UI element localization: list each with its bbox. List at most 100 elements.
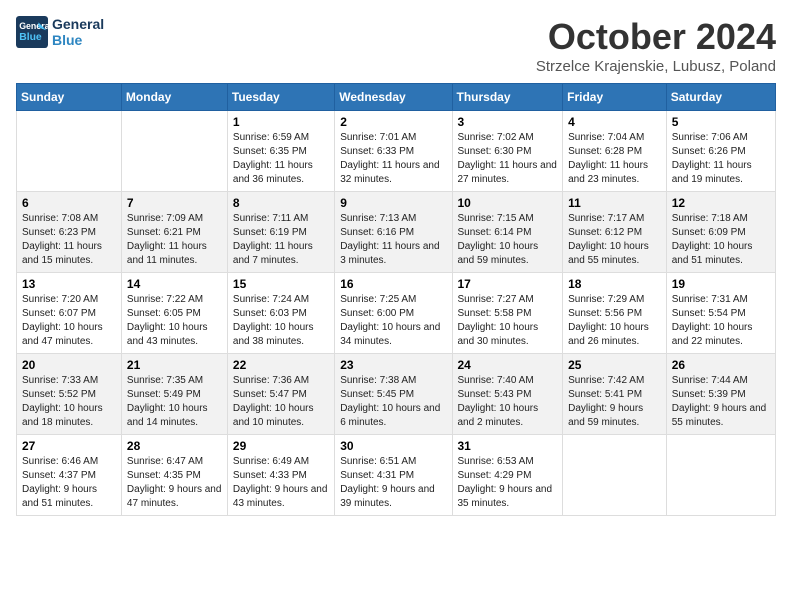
day-info: Sunrise: 7:36 AM Sunset: 5:47 PM Dayligh… (233, 374, 329, 430)
day-info: Sunrise: 7:04 AM Sunset: 6:28 PM Dayligh… (568, 131, 661, 187)
cell-1-4: 2 Sunrise: 7:01 AM Sunset: 6:33 PM Daylig… (335, 111, 452, 192)
location: Strzelce Krajenskie, Lubusz, Poland (536, 58, 776, 75)
day-info: Sunrise: 7:24 AM Sunset: 6:03 PM Dayligh… (233, 293, 329, 349)
week-row-1: 1 Sunrise: 6:59 AM Sunset: 6:35 PM Daylig… (17, 111, 776, 192)
day-info: Sunrise: 6:59 AM Sunset: 6:35 PM Dayligh… (233, 131, 329, 187)
cell-5-7 (666, 435, 775, 516)
week-row-4: 20Sunrise: 7:33 AM Sunset: 5:52 PM Dayli… (17, 354, 776, 435)
cell-1-1 (17, 111, 122, 192)
day-info: Sunrise: 7:02 AM Sunset: 6:30 PM Dayligh… (458, 131, 558, 187)
day-info: Sunrise: 6:53 AM Sunset: 4:29 PM Dayligh… (458, 455, 558, 511)
day-info: Sunrise: 7:44 AM Sunset: 5:39 PM Dayligh… (672, 374, 770, 430)
cell-5-3: 29 Sunrise: 6:49 AM Sunset: 4:33 PM Dayli… (227, 435, 334, 516)
cell-1-6: 4 Sunrise: 7:04 AM Sunset: 6:28 PM Daylig… (563, 111, 667, 192)
cell-4-7: 26 Sunrise: 7:44 AM Sunset: 5:39 PM Dayli… (666, 354, 775, 435)
week-row-2: 6 Sunrise: 7:08 AM Sunset: 6:23 PM Daylig… (17, 192, 776, 273)
cell-3-2: 14 Sunrise: 7:22 AM Sunset: 6:05 PM Dayli… (121, 273, 227, 354)
cell-3-4: 16 Sunrise: 7:25 AM Sunset: 6:00 PM Dayli… (335, 273, 452, 354)
day-number: 15 (233, 277, 329, 291)
day-number: 21 (127, 358, 222, 372)
day-info: Sunrise: 6:46 AM Sunset: 4:37 PM Dayligh… (22, 455, 116, 511)
cell-2-4: 9 Sunrise: 7:13 AM Sunset: 6:16 PM Daylig… (335, 192, 452, 273)
day-number: 14 (127, 277, 222, 291)
cell-3-1: 13 Sunrise: 7:20 AM Sunset: 6:07 PM Dayli… (17, 273, 122, 354)
cell-2-7: 12Sunrise: 7:18 AM Sunset: 6:09 PM Dayli… (666, 192, 775, 273)
day-number: 7 (127, 196, 222, 210)
day-info: Sunrise: 6:47 AM Sunset: 4:35 PM Dayligh… (127, 455, 222, 511)
day-number: 20 (22, 358, 116, 372)
day-number: 30 (340, 439, 446, 453)
cell-1-2 (121, 111, 227, 192)
day-info: Sunrise: 7:20 AM Sunset: 6:07 PM Dayligh… (22, 293, 116, 349)
day-info: Sunrise: 7:31 AM Sunset: 5:54 PM Dayligh… (672, 293, 770, 349)
day-number: 11 (568, 196, 661, 210)
day-number: 27 (22, 439, 116, 453)
day-number: 19 (672, 277, 770, 291)
day-info: Sunrise: 7:18 AM Sunset: 6:09 PM Dayligh… (672, 212, 770, 268)
day-number: 10 (458, 196, 558, 210)
day-number: 4 (568, 115, 661, 129)
day-info: Sunrise: 7:17 AM Sunset: 6:12 PM Dayligh… (568, 212, 661, 268)
day-number: 22 (233, 358, 329, 372)
day-info: Sunrise: 7:40 AM Sunset: 5:43 PM Dayligh… (458, 374, 558, 430)
cell-3-5: 17Sunrise: 7:27 AM Sunset: 5:58 PM Dayli… (452, 273, 563, 354)
day-number: 25 (568, 358, 661, 372)
cell-4-3: 22 Sunrise: 7:36 AM Sunset: 5:47 PM Dayli… (227, 354, 334, 435)
cell-3-3: 15 Sunrise: 7:24 AM Sunset: 6:03 PM Dayli… (227, 273, 334, 354)
header-monday: Monday (121, 84, 227, 111)
cell-2-6: 11 Sunrise: 7:17 AM Sunset: 6:12 PM Dayli… (563, 192, 667, 273)
cell-2-1: 6 Sunrise: 7:08 AM Sunset: 6:23 PM Daylig… (17, 192, 122, 273)
cell-4-6: 25Sunrise: 7:42 AM Sunset: 5:41 PM Dayli… (563, 354, 667, 435)
day-number: 1 (233, 115, 329, 129)
cell-2-2: 7 Sunrise: 7:09 AM Sunset: 6:21 PM Daylig… (121, 192, 227, 273)
cell-5-4: 30Sunrise: 6:51 AM Sunset: 4:31 PM Dayli… (335, 435, 452, 516)
day-number: 18 (568, 277, 661, 291)
header-friday: Friday (563, 84, 667, 111)
day-info: Sunrise: 7:06 AM Sunset: 6:26 PM Dayligh… (672, 131, 770, 187)
calendar-table: SundayMondayTuesdayWednesdayThursdayFrid… (16, 83, 776, 516)
day-info: Sunrise: 7:29 AM Sunset: 5:56 PM Dayligh… (568, 293, 661, 349)
day-info: Sunrise: 7:01 AM Sunset: 6:33 PM Dayligh… (340, 131, 446, 187)
day-number: 2 (340, 115, 446, 129)
cell-5-6 (563, 435, 667, 516)
cell-5-1: 27 Sunrise: 6:46 AM Sunset: 4:37 PM Dayli… (17, 435, 122, 516)
cell-4-5: 24Sunrise: 7:40 AM Sunset: 5:43 PM Dayli… (452, 354, 563, 435)
cell-2-5: 10 Sunrise: 7:15 AM Sunset: 6:14 PM Dayli… (452, 192, 563, 273)
day-info: Sunrise: 7:09 AM Sunset: 6:21 PM Dayligh… (127, 212, 222, 268)
day-info: Sunrise: 7:35 AM Sunset: 5:49 PM Dayligh… (127, 374, 222, 430)
day-info: Sunrise: 7:22 AM Sunset: 6:05 PM Dayligh… (127, 293, 222, 349)
cell-4-4: 23Sunrise: 7:38 AM Sunset: 5:45 PM Dayli… (335, 354, 452, 435)
day-number: 8 (233, 196, 329, 210)
cell-3-7: 19 Sunrise: 7:31 AM Sunset: 5:54 PM Dayli… (666, 273, 775, 354)
day-number: 26 (672, 358, 770, 372)
cell-1-7: 5 Sunrise: 7:06 AM Sunset: 6:26 PM Daylig… (666, 111, 775, 192)
cell-5-2: 28Sunrise: 6:47 AM Sunset: 4:35 PM Dayli… (121, 435, 227, 516)
day-number: 9 (340, 196, 446, 210)
week-row-5: 27 Sunrise: 6:46 AM Sunset: 4:37 PM Dayli… (17, 435, 776, 516)
svg-text:Blue: Blue (19, 32, 42, 43)
header-sunday: Sunday (17, 84, 122, 111)
cell-1-3: 1 Sunrise: 6:59 AM Sunset: 6:35 PM Daylig… (227, 111, 334, 192)
cell-4-2: 21 Sunrise: 7:35 AM Sunset: 5:49 PM Dayli… (121, 354, 227, 435)
day-number: 13 (22, 277, 116, 291)
day-number: 23 (340, 358, 446, 372)
header-wednesday: Wednesday (335, 84, 452, 111)
day-info: Sunrise: 7:15 AM Sunset: 6:14 PM Dayligh… (458, 212, 558, 268)
day-number: 16 (340, 277, 446, 291)
day-info: Sunrise: 6:49 AM Sunset: 4:33 PM Dayligh… (233, 455, 329, 511)
day-info: Sunrise: 7:08 AM Sunset: 6:23 PM Dayligh… (22, 212, 116, 268)
day-number: 17 (458, 277, 558, 291)
header-saturday: Saturday (666, 84, 775, 111)
cell-4-1: 20Sunrise: 7:33 AM Sunset: 5:52 PM Dayli… (17, 354, 122, 435)
day-number: 5 (672, 115, 770, 129)
day-number: 29 (233, 439, 329, 453)
title-block: October 2024 Strzelce Krajenskie, Lubusz… (536, 16, 776, 75)
week-row-3: 13 Sunrise: 7:20 AM Sunset: 6:07 PM Dayli… (17, 273, 776, 354)
cell-2-3: 8Sunrise: 7:11 AM Sunset: 6:19 PM Daylig… (227, 192, 334, 273)
day-info: Sunrise: 7:25 AM Sunset: 6:00 PM Dayligh… (340, 293, 446, 349)
cell-1-5: 3 Sunrise: 7:02 AM Sunset: 6:30 PM Daylig… (452, 111, 563, 192)
day-number: 6 (22, 196, 116, 210)
day-number: 3 (458, 115, 558, 129)
day-info: Sunrise: 7:13 AM Sunset: 6:16 PM Dayligh… (340, 212, 446, 268)
header-row: SundayMondayTuesdayWednesdayThursdayFrid… (17, 84, 776, 111)
